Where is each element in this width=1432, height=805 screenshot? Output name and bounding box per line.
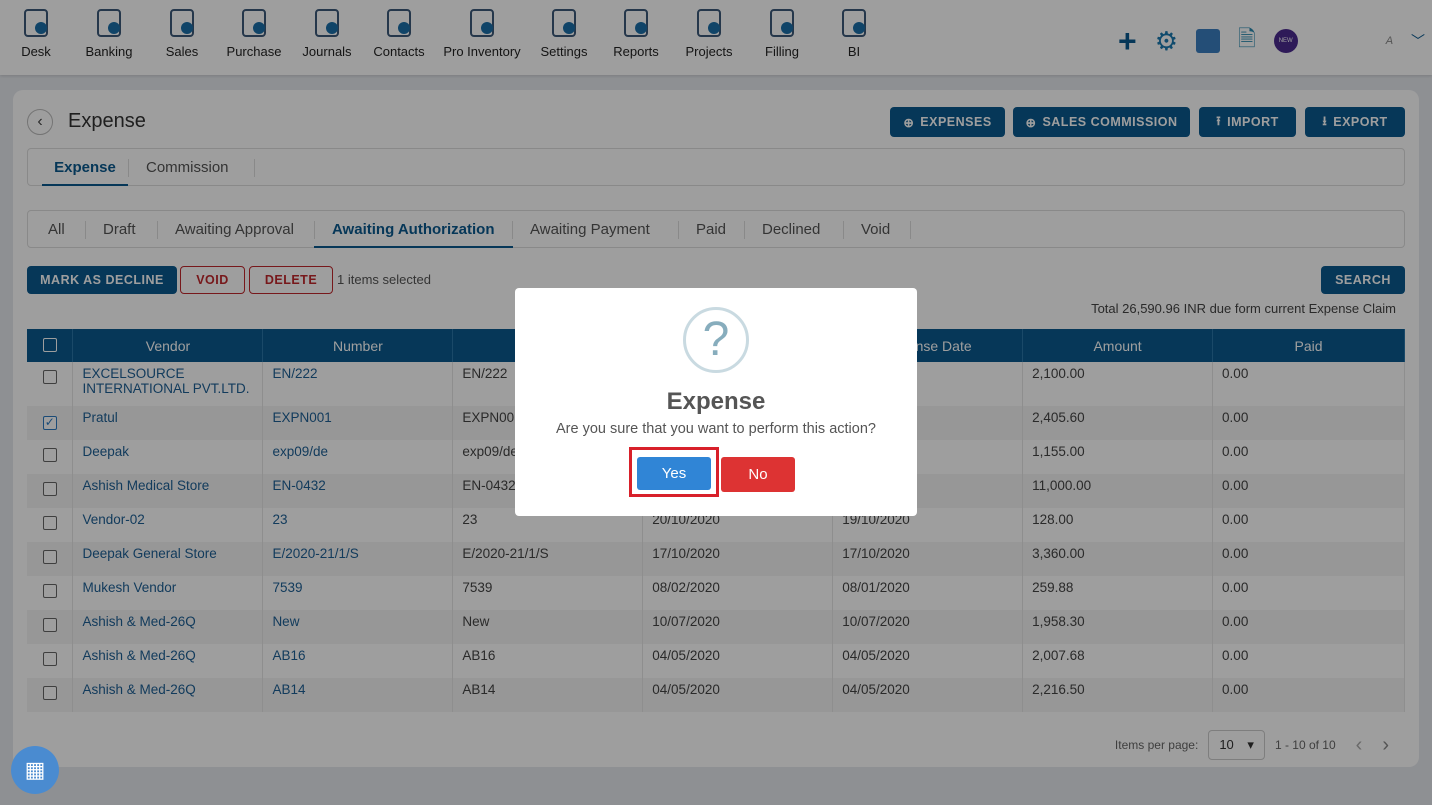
dialog-title: Expense — [666, 388, 766, 415]
question-icon: ? — [683, 307, 749, 373]
apps-grid-button[interactable]: ▦ — [11, 746, 59, 794]
no-button[interactable]: No — [721, 457, 795, 492]
yes-highlight: Yes — [629, 447, 719, 497]
grid-icon: ▦ — [24, 757, 46, 782]
confirm-dialog: ? Expense Are you sure that you want to … — [515, 288, 917, 516]
dialog-message: Are you sure that you want to perform th… — [556, 421, 876, 437]
yes-button[interactable]: Yes — [637, 457, 711, 490]
